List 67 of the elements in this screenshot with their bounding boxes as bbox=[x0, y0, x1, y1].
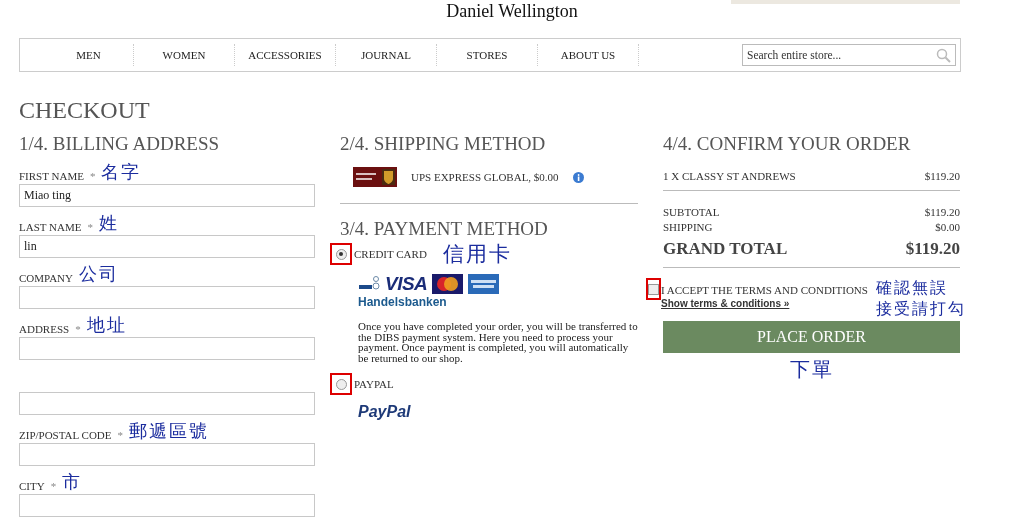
annotation-text: 名字 bbox=[101, 162, 142, 182]
required-mark: * bbox=[50, 480, 57, 492]
brand-title[interactable]: Daniel Wellington bbox=[446, 1, 578, 22]
item-name: 1 X CLASSY ST ANDREWS bbox=[663, 170, 796, 182]
section-heading: 4/4. CONFIRM YOUR ORDER bbox=[663, 132, 912, 156]
annotation-text: 接受請打勾 bbox=[875, 299, 966, 319]
annotation-text: 確認無誤 bbox=[875, 278, 949, 298]
radio-button[interactable] bbox=[335, 248, 347, 260]
annotation-text: 信用卡 bbox=[442, 244, 512, 264]
paypal-logo-text: PayPal bbox=[358, 403, 411, 421]
required-mark: * bbox=[75, 323, 81, 335]
terms-link[interactable]: Show terms & conditions » bbox=[661, 298, 868, 309]
annotation-text: 郵遞區號 bbox=[129, 421, 210, 441]
section-heading: 2/4. SHIPPING METHOD bbox=[340, 132, 547, 156]
required-mark: * bbox=[87, 221, 93, 233]
nav-item[interactable]: WOMEN bbox=[134, 44, 235, 66]
card-logo-text: VISA bbox=[385, 273, 428, 295]
input-field[interactable] bbox=[19, 494, 315, 517]
input-field[interactable] bbox=[19, 337, 315, 360]
annotation-text: 公司 bbox=[79, 264, 119, 284]
field-label: LAST NAME bbox=[19, 221, 82, 233]
annotation-text: 下單 bbox=[789, 359, 834, 379]
field-label: COMPANY bbox=[19, 272, 73, 284]
card-logo-icon bbox=[432, 274, 464, 294]
search-field[interactable]: Search entire store... bbox=[742, 44, 956, 66]
required-mark: * bbox=[117, 429, 124, 441]
item-price: $119.20 bbox=[924, 170, 960, 182]
field-label: ZIP/POSTAL CODE bbox=[19, 429, 112, 441]
input-field[interactable] bbox=[19, 286, 315, 309]
checkbox[interactable] bbox=[648, 283, 659, 295]
field-label: CITY bbox=[19, 480, 45, 492]
section-heading: 3/4. PAYMENT METHOD bbox=[340, 217, 549, 241]
nav-item[interactable]: STORES bbox=[437, 44, 538, 66]
search-icon[interactable] bbox=[936, 48, 951, 63]
grand-total-value: $119.20 bbox=[905, 239, 960, 259]
nav-item[interactable]: ABOUT US bbox=[538, 44, 639, 66]
checkbox-label[interactable]: I ACCEPT THE TERMS AND CONDITIONS bbox=[661, 284, 868, 296]
nav-item[interactable]: MEN bbox=[44, 44, 134, 66]
total-label: SHIPPING bbox=[663, 220, 713, 235]
shipping-option: UPS EXPRESS GLOBAL, $0.00 bbox=[411, 171, 559, 183]
nav-item[interactable]: ACCESSORIES bbox=[235, 44, 336, 66]
required-mark: * bbox=[89, 170, 96, 182]
total-label: SUBTOTAL bbox=[663, 205, 720, 220]
nav-item[interactable]: JOURNAL bbox=[336, 44, 437, 66]
annotation-text: 姓 bbox=[98, 213, 119, 233]
card-logo-icon bbox=[468, 274, 500, 294]
input-field[interactable]: Miao ting bbox=[19, 184, 315, 207]
radio-button[interactable] bbox=[335, 378, 347, 390]
shipping-badge-icon bbox=[353, 167, 397, 187]
info-icon[interactable] bbox=[572, 171, 584, 183]
annotation-text: 地址 bbox=[86, 315, 127, 335]
field-label: ADDRESS bbox=[19, 323, 70, 335]
grand-total-label: GRAND TOTAL bbox=[663, 239, 788, 259]
payment-description: Once you have completed your order, you will be transferred to the DIBS payment system. Here you need to process your payment. Once payment is completed, you will automatically be returned to our shop. bbox=[358, 321, 638, 363]
total-value: $119.20 bbox=[924, 205, 960, 220]
annotation-text: 市 bbox=[62, 472, 83, 492]
input-field[interactable]: lin bbox=[19, 235, 315, 258]
total-value: $0.00 bbox=[935, 220, 960, 235]
payment-option-label[interactable]: CREDIT CARD bbox=[354, 248, 427, 260]
input-field[interactable] bbox=[19, 392, 315, 415]
input-field[interactable] bbox=[19, 443, 315, 466]
place-order-button[interactable]: PLACE ORDER bbox=[663, 321, 960, 353]
section-heading: 1/4. BILLING ADDRESS bbox=[19, 132, 221, 156]
field-label: FIRST NAME bbox=[19, 170, 84, 182]
payment-option-label[interactable]: PAYPAL bbox=[354, 378, 394, 390]
page-title: CHECKOUT bbox=[19, 96, 151, 124]
bank-logo-text: Handelsbanken bbox=[358, 295, 448, 309]
